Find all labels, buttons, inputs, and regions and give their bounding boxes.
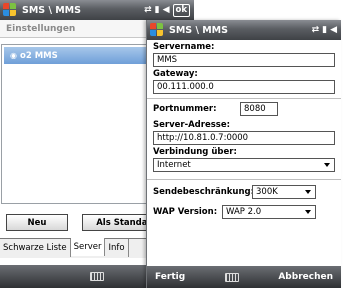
- signal-icon[interactable]: ▮: [155, 5, 160, 15]
- connection-dropdown[interactable]: Internet: [153, 158, 335, 172]
- connectivity-icon[interactable]: ⇄: [144, 5, 152, 15]
- keyboard-icon[interactable]: [90, 272, 104, 281]
- cancel-softkey[interactable]: Abbrechen: [278, 272, 333, 282]
- chevron-down-icon: [305, 210, 311, 214]
- back-title-bar: SMS \ MMS ⇄ ▮ ◀ ok: [0, 0, 194, 20]
- keyboard-icon[interactable]: [224, 272, 239, 282]
- windows-start-icon[interactable]: [150, 23, 165, 37]
- wap-version-label: WAP Version:: [153, 207, 218, 217]
- mms-server-form: Servername: MMS Gateway: 00.111.000.0 Po…: [147, 42, 341, 219]
- server-name-label: Servername:: [153, 42, 215, 52]
- divider: [147, 98, 341, 99]
- front-title-bar: SMS \ MMS ⇄ ▮ ◀: [147, 20, 341, 40]
- done-softkey[interactable]: Fertig: [155, 272, 185, 282]
- connection-value: Internet: [157, 160, 191, 170]
- server-address-label: Server-Adresse:: [153, 120, 231, 130]
- front-softkey-bar: Fertig Abbrechen: [147, 266, 341, 288]
- divider: [147, 179, 341, 180]
- wap-version-dropdown[interactable]: WAP 2.0: [222, 205, 316, 219]
- list-item-label: o2 MMS: [19, 50, 58, 61]
- back-window-title: SMS \ MMS: [22, 4, 81, 16]
- server-name-input[interactable]: MMS: [153, 53, 335, 67]
- front-window-title: SMS \ MMS: [169, 24, 228, 36]
- ok-button[interactable]: ok: [172, 3, 190, 17]
- wap-version-value: WAP 2.0: [226, 207, 262, 217]
- tab-blacklist[interactable]: Schwarze Liste: [0, 239, 71, 257]
- gateway-label: Gateway:: [153, 69, 198, 79]
- port-label: Portnummer:: [153, 104, 217, 114]
- send-limit-label: Sendebeschränkung:: [153, 187, 255, 197]
- chevron-down-icon: [305, 190, 311, 194]
- send-limit-dropdown[interactable]: 300K: [252, 185, 316, 199]
- volume-icon[interactable]: ◀: [330, 25, 337, 35]
- connection-label: Verbindung über:: [153, 147, 237, 157]
- port-input[interactable]: 8080: [240, 102, 278, 116]
- tab-server[interactable]: Server: [70, 238, 106, 256]
- chevron-down-icon: [324, 163, 330, 167]
- send-limit-value: 300K: [256, 187, 278, 197]
- server-address-input[interactable]: http://10.81.0.7:0000: [153, 131, 335, 145]
- volume-icon[interactable]: ◀: [163, 5, 170, 15]
- connectivity-icon[interactable]: ⇄: [312, 25, 320, 35]
- new-button[interactable]: Neu: [6, 214, 68, 231]
- windows-start-icon[interactable]: [3, 3, 18, 17]
- front-window: SMS \ MMS ⇄ ▮ ◀ Servername: MMS Gateway:…: [146, 20, 341, 288]
- mms-profile-icon: ◉: [10, 51, 17, 60]
- tab-info[interactable]: Info: [105, 239, 129, 257]
- signal-icon[interactable]: ▮: [322, 25, 327, 35]
- gateway-input[interactable]: 00.111.000.0: [153, 80, 335, 94]
